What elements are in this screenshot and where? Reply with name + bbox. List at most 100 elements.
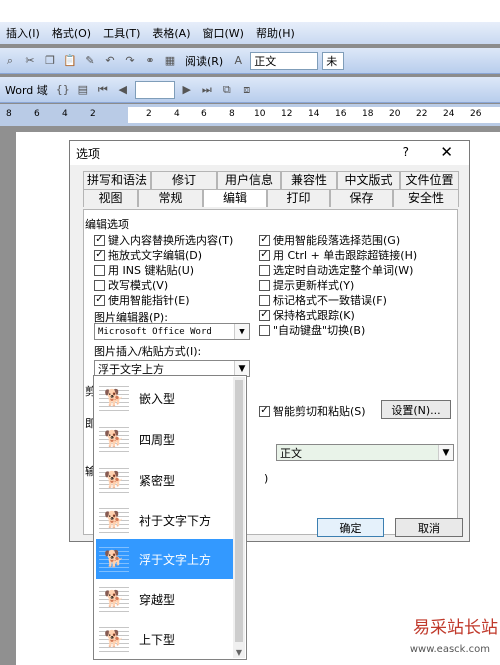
ruler-tick: 24 (443, 109, 455, 119)
checkbox[interactable] (94, 279, 105, 291)
word-field-button[interactable]: Word 域 (2, 82, 51, 98)
style-combo[interactable]: 正文 (250, 51, 319, 70)
option-overtype[interactable]: 改写模式(V) (94, 277, 168, 293)
redo-icon[interactable]: ↷ (122, 53, 138, 69)
chevron-down-icon[interactable]: ▼ (234, 324, 249, 339)
tab-print[interactable]: 打印 (267, 189, 330, 207)
cut-icon[interactable]: ✂ (22, 53, 38, 69)
option-select-word[interactable]: 选定时自动选定整个单词(W) (259, 262, 413, 278)
style-pane-icon[interactable]: A (230, 53, 246, 69)
tab-general[interactable]: 常规 (138, 189, 203, 207)
list-item[interactable]: 🐕 上下型 (96, 619, 233, 659)
option-ins-paste[interactable]: 用 INS 键粘贴(U) (94, 262, 194, 278)
list-item[interactable]: 🐕 嵌入型 (96, 378, 233, 418)
help-button[interactable]: ? (403, 145, 409, 159)
wrap-in-front-icon: 🐕 (99, 544, 129, 574)
watermark-title: 易采站长站 (413, 618, 498, 638)
last-record-icon[interactable]: ⏭ (199, 82, 215, 98)
prev-record-icon[interactable]: ◀ (115, 82, 131, 98)
undo-icon[interactable]: ↶ (102, 53, 118, 69)
chevron-down-icon[interactable]: ▼ (438, 445, 453, 460)
menu-format[interactable]: 格式(O) (46, 25, 97, 41)
ruler-tick: 22 (416, 109, 428, 119)
record-input[interactable] (134, 80, 175, 99)
default-style-select[interactable]: 正文 ▼ (276, 444, 454, 461)
checkbox[interactable]: ✓ (259, 309, 270, 321)
insert-paste-label: 图片插入/粘贴方式(I): (94, 345, 202, 358)
read-button[interactable]: 阅读(R) (182, 53, 226, 69)
tab-user-info[interactable]: 用户信息 (217, 171, 281, 189)
checkbox[interactable] (259, 324, 270, 336)
tab-view[interactable]: 视图 (83, 189, 138, 207)
tab-save[interactable]: 保存 (330, 189, 393, 207)
cancel-button[interactable]: 取消 (395, 518, 463, 537)
tab-security[interactable]: 安全性 (393, 189, 459, 207)
tables-icon[interactable]: ▦ (162, 53, 178, 69)
checkbox[interactable]: ✓ (94, 234, 105, 246)
format-painter-icon[interactable]: ✎ (82, 53, 98, 69)
ruler-tick: 26 (470, 109, 482, 119)
merge-icon[interactable]: ⧉ (219, 82, 235, 98)
option-ctrl-click[interactable]: ✓ 用 Ctrl + 单击跟踪超链接(H) (259, 247, 417, 263)
checkbox[interactable] (259, 279, 270, 291)
list-item[interactable]: 🐕 穿越型 (96, 579, 233, 619)
tab-file-locations[interactable]: 文件位置 (400, 171, 459, 189)
ruler-tick: 8 (6, 109, 12, 119)
option-smart-paragraph[interactable]: ✓ 使用智能段落选择范围(G) (259, 232, 400, 248)
menu-help[interactable]: 帮助(H) (250, 25, 301, 41)
menu-tools[interactable]: 工具(T) (97, 25, 146, 41)
tab-asian-typography[interactable]: 中文版式 (337, 171, 400, 189)
ok-button[interactable]: 确定 (317, 518, 384, 537)
checkbox[interactable]: ✓ (259, 234, 270, 246)
first-record-icon[interactable]: ⏮ (95, 82, 111, 98)
checkbox[interactable] (94, 264, 105, 276)
option-prompt-style[interactable]: 提示更新样式(Y) (259, 277, 354, 293)
ruler-tick: 2 (146, 109, 152, 119)
close-icon[interactable]: ✕ (440, 143, 453, 161)
tab-edit[interactable]: 编辑 (203, 189, 267, 207)
tab-row-2: 视图 常规 编辑 打印 保存 安全性 (83, 189, 459, 207)
dropdown-scrollbar[interactable]: ▼ (233, 377, 245, 658)
paste-icon[interactable]: 📋 (62, 53, 78, 69)
scrollbar-thumb[interactable] (235, 380, 243, 642)
option-typing-replaces[interactable]: ✓ 键入内容替换所选内容(T) (94, 232, 233, 248)
list-item-selected[interactable]: 🐕 浮于文字上方 (96, 539, 233, 579)
list-item[interactable]: 🐕 四周型 (96, 419, 233, 459)
checkbox[interactable] (259, 264, 270, 276)
option-drag-drop[interactable]: ✓ 拖放式文字编辑(D) (94, 247, 202, 263)
next-record-icon[interactable]: ▶ (179, 82, 195, 98)
menu-window[interactable]: 窗口(W) (197, 25, 250, 41)
scroll-down-icon[interactable]: ▼ (233, 648, 245, 657)
paren-text: ) (264, 472, 269, 485)
picture-editor-select[interactable]: Microsoft Office Word ▼ (94, 323, 250, 340)
field-code-icon[interactable]: {} (55, 82, 71, 98)
option-auto-keyboard[interactable]: "自动键盘"切换(B) (259, 322, 365, 338)
top-strip (0, 0, 500, 22)
option-smart-cut-paste[interactable]: ✓ 智能剪切和粘贴(S) (259, 403, 366, 419)
ruler-tick: 14 (308, 109, 320, 119)
settings-button[interactable]: 设置(N)... (381, 400, 451, 419)
option-smart-cursor[interactable]: ✓ 使用智能指针(E) (94, 292, 190, 308)
tab-compatibility[interactable]: 兼容性 (281, 171, 337, 189)
tab-spelling[interactable]: 拼写和语法 (83, 171, 151, 189)
chevron-down-icon[interactable]: ▼ (234, 361, 249, 376)
menu-insert[interactable]: 插入(I) (0, 25, 46, 41)
list-item[interactable]: 🐕 衬于文字下方 (96, 500, 233, 540)
option-keep-format[interactable]: ✓ 保持格式跟踪(K) (259, 307, 355, 323)
field-shading-icon[interactable]: ▤ (75, 82, 91, 98)
checkbox[interactable]: ✓ (94, 249, 105, 261)
checkbox[interactable]: ✓ (94, 294, 105, 306)
checkbox[interactable]: ✓ (259, 405, 270, 417)
checkbox[interactable] (259, 294, 270, 306)
hyperlink-icon[interactable]: ⚭ (142, 53, 158, 69)
font-combo[interactable]: 未 (322, 51, 345, 70)
checkbox[interactable]: ✓ (259, 249, 270, 261)
wrap-top-bottom-icon: 🐕 (99, 624, 129, 654)
research-icon[interactable]: ⌕ (2, 53, 18, 69)
tab-track-changes[interactable]: 修订 (151, 171, 217, 189)
merge-doc-icon[interactable]: ⧈ (239, 82, 255, 98)
copy-icon[interactable]: ❐ (42, 53, 58, 69)
list-item[interactable]: 🐕 紧密型 (96, 460, 233, 500)
option-mark-inconsistency[interactable]: 标记格式不一致错误(F) (259, 292, 387, 308)
menu-table[interactable]: 表格(A) (146, 25, 196, 41)
